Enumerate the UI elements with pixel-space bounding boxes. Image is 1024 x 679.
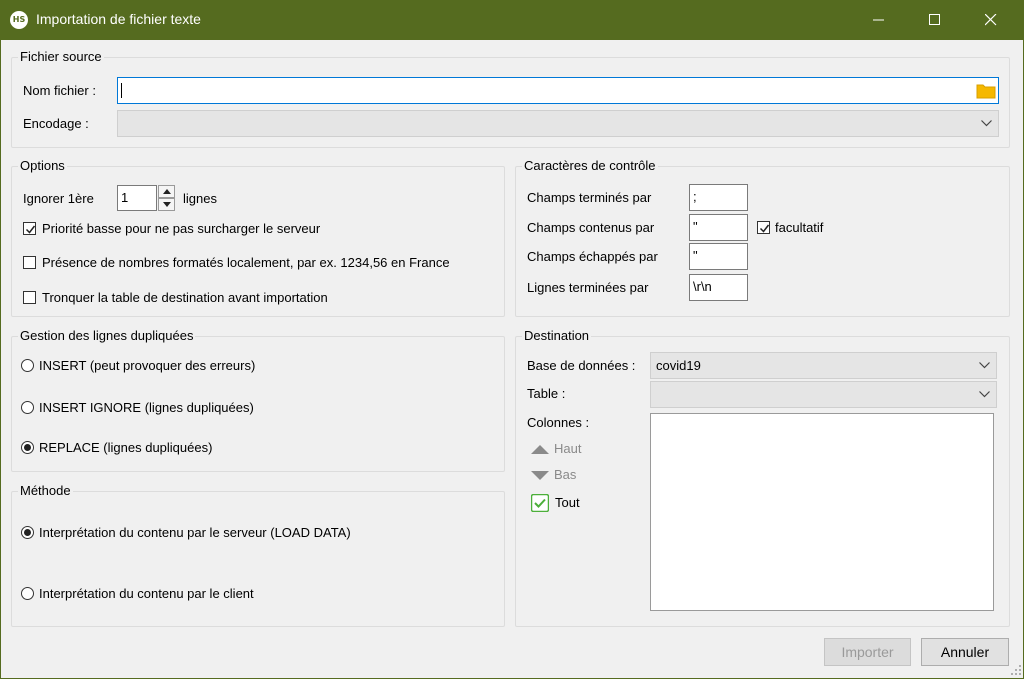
fields-escaped-label: Champs échappés par xyxy=(527,249,658,264)
checkmark-icon xyxy=(25,225,36,234)
ignore-suffix: lignes xyxy=(183,191,217,206)
server-method-label[interactable]: Interprétation du contenu par le serveur… xyxy=(39,525,351,541)
fields-enclosed-label: Champs contenus par xyxy=(527,220,655,235)
fields-terminated-input[interactable]: ; xyxy=(689,184,748,211)
method-group: Méthode xyxy=(11,483,505,627)
fields-terminated-value: ; xyxy=(693,189,697,204)
control-chars-group-title: Caractères de contrôle xyxy=(522,158,658,174)
table-select[interactable] xyxy=(650,381,997,408)
spin-up-button[interactable] xyxy=(158,185,175,198)
move-up-button[interactable]: Haut xyxy=(531,441,591,459)
triangle-down-icon xyxy=(531,471,549,480)
filename-label: Nom fichier : xyxy=(23,83,96,98)
ignore-label: Ignorer 1ère xyxy=(23,191,94,206)
maximize-button[interactable] xyxy=(912,0,958,40)
replace-radio[interactable] xyxy=(21,441,34,454)
columns-list[interactable] xyxy=(650,413,994,611)
fields-enclosed-input[interactable]: " xyxy=(689,214,748,241)
destination-group-title: Destination xyxy=(522,328,592,344)
spin-down-button[interactable] xyxy=(158,198,175,211)
insert-radio[interactable] xyxy=(21,359,34,372)
chevron-down-icon xyxy=(979,362,990,369)
resize-grip-icon[interactable] xyxy=(1010,664,1022,676)
insert-label[interactable]: INSERT (peut provoquer des erreurs) xyxy=(39,358,255,374)
chevron-down-icon xyxy=(979,391,990,398)
lines-terminated-input[interactable]: \r\n xyxy=(689,274,748,301)
select-all-label: Tout xyxy=(555,495,580,510)
close-icon xyxy=(985,14,997,26)
arrow-up-icon xyxy=(163,189,171,194)
fields-escaped-value: " xyxy=(693,248,698,263)
fields-enclosed-value: " xyxy=(693,219,698,234)
filename-input[interactable] xyxy=(117,77,999,104)
arrow-down-icon xyxy=(163,202,171,207)
truncate-label[interactable]: Tronquer la table de destination avant i… xyxy=(42,290,328,306)
app-logo-icon: HS xyxy=(10,11,28,29)
ignore-lines-value: 1 xyxy=(121,190,129,205)
lines-terminated-label: Lignes terminées par xyxy=(527,280,649,295)
local-numbers-label[interactable]: Présence de nombres formatés localement,… xyxy=(42,255,450,271)
insert-ignore-label[interactable]: INSERT IGNORE (lignes dupliquées) xyxy=(39,400,254,416)
client-method-radio[interactable] xyxy=(21,587,34,600)
server-method-radio[interactable] xyxy=(21,526,34,539)
insert-ignore-radio[interactable] xyxy=(21,401,34,414)
fields-terminated-label: Champs terminés par xyxy=(527,190,652,205)
database-label: Base de données : xyxy=(527,358,636,373)
checkmark-icon xyxy=(759,224,770,233)
database-select[interactable]: covid19 xyxy=(650,352,997,379)
client-method-label[interactable]: Interprétation du contenu par le client xyxy=(39,586,254,602)
encoding-label: Encodage : xyxy=(23,116,89,131)
encoding-select[interactable] xyxy=(117,110,999,137)
low-priority-checkbox[interactable] xyxy=(23,222,36,235)
ignore-lines-input[interactable]: 1 xyxy=(117,185,157,211)
optional-checkbox[interactable] xyxy=(757,221,770,234)
folder-icon[interactable] xyxy=(976,82,996,99)
truncate-checkbox[interactable] xyxy=(23,291,36,304)
options-group-title: Options xyxy=(18,158,67,174)
triangle-up-icon xyxy=(531,445,549,454)
text-cursor xyxy=(121,83,122,98)
table-label: Table : xyxy=(527,386,566,401)
title-bar: HS Importation de fichier texte xyxy=(0,0,1024,40)
minimize-icon xyxy=(873,19,884,21)
move-down-button[interactable]: Bas xyxy=(531,467,591,485)
move-down-label: Bas xyxy=(554,467,577,482)
duplicates-group-title: Gestion des lignes dupliquées xyxy=(18,328,196,344)
local-numbers-checkbox[interactable] xyxy=(23,256,36,269)
maximize-icon xyxy=(929,14,940,25)
low-priority-label[interactable]: Priorité basse pour ne pas surcharger le… xyxy=(42,221,320,237)
columns-label: Colonnes : xyxy=(527,415,590,430)
source-group-title: Fichier source xyxy=(18,49,104,65)
lines-terminated-value: \r\n xyxy=(693,279,712,294)
chevron-down-icon xyxy=(981,120,992,127)
method-group-title: Méthode xyxy=(18,483,73,499)
move-up-label: Haut xyxy=(554,441,582,456)
green-check-icon xyxy=(531,494,549,512)
window-title: Importation de fichier texte xyxy=(36,11,201,27)
import-button[interactable]: Importer xyxy=(824,638,911,666)
optional-label[interactable]: facultatif xyxy=(775,220,823,236)
close-button[interactable] xyxy=(968,0,1014,40)
minimize-button[interactable] xyxy=(856,0,902,40)
cancel-button[interactable]: Annuler xyxy=(921,638,1009,666)
select-all-button[interactable]: Tout xyxy=(531,493,591,513)
database-value: covid19 xyxy=(656,358,701,373)
fields-escaped-input[interactable]: " xyxy=(689,243,748,270)
replace-label[interactable]: REPLACE (lignes dupliquées) xyxy=(39,440,212,456)
